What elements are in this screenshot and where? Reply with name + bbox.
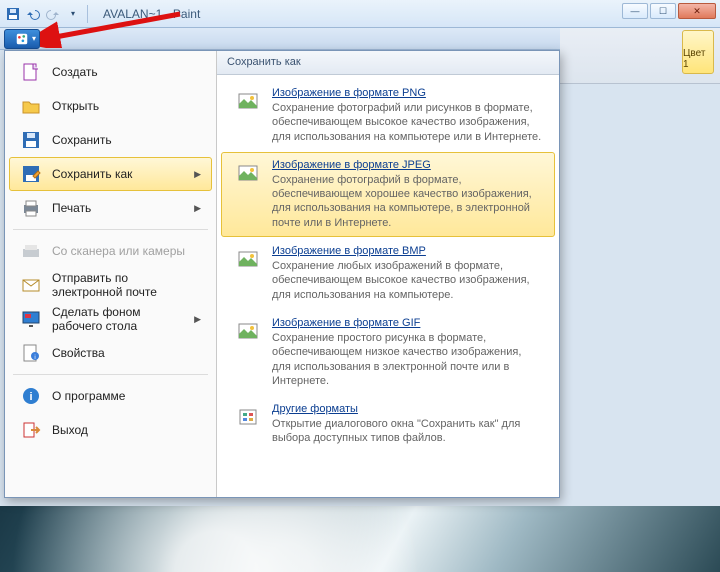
qat-customize[interactable]: ▾ [64,5,82,23]
saveas-options-list: Изображение в формате PNG Сохранение фото… [217,75,559,497]
save-icon [6,7,20,21]
menu-item-print[interactable]: Печать ▶ [9,191,212,225]
option-description: Открытие диалогового окна "Сохранить как… [272,417,542,446]
quick-access-toolbar: ▾ [4,5,91,23]
app-menu-left-column: СоздатьОткрытьСохранитьСохранить как▶Печ… [5,51,217,497]
submenu-arrow-icon: ▶ [194,169,201,180]
color1-chip[interactable]: Цвет 1 [682,30,714,74]
image-format-icon [234,317,262,345]
saveas-option-jpeg[interactable]: Изображение в формате JPEG Сохранение фот… [221,152,555,237]
maximize-button[interactable]: ☐ [650,3,676,19]
menu-item-label: О программе [52,389,125,403]
paint-app-icon [15,32,29,46]
menu-item-save[interactable]: Сохранить [9,123,212,157]
svg-text:i: i [34,355,35,361]
window-title: AVALAN~1 - Paint [103,7,200,21]
minimize-button[interactable]: — [622,3,648,19]
menu-item-label: Открыть [52,99,99,113]
chevron-down-icon: ▾ [32,34,36,43]
new-file-icon [20,61,42,83]
menu-separator [13,229,208,230]
option-description: Сохранение простого рисунка в формате, о… [272,331,542,388]
image-format-icon [234,159,262,187]
menu-item-label: Сохранить как [52,167,132,181]
redo-icon [46,7,60,21]
email-icon [20,274,42,296]
other-format-icon [234,403,262,431]
menu-item-props[interactable]: i Свойства [9,336,212,370]
menu-item-scanner: Со сканера или камеры [9,234,212,268]
menu-item-label: Сделать фоном рабочего стола [52,305,184,333]
save-as-icon [20,163,42,185]
printer-icon [20,197,42,219]
option-text: Изображение в формате JPEG Сохранение фот… [272,159,542,230]
menu-item-label: Свойства [52,346,105,360]
open-folder-icon [20,95,42,117]
saveas-option-bmp[interactable]: Изображение в формате BMP Сохранение любы… [221,238,555,309]
saveas-submenu-header: Сохранить как [217,51,559,75]
option-title: Изображение в формате BMP [272,245,542,257]
save-disk-icon [20,129,42,151]
qat-separator [87,5,88,23]
menu-separator [13,374,208,375]
qat-redo[interactable] [44,5,62,23]
scanner-icon [20,240,42,262]
image-format-icon [234,87,262,115]
submenu-arrow-icon: ▶ [194,314,201,325]
desktop-icon [20,308,42,330]
option-title: Изображение в формате GIF [272,317,542,329]
application-menu-button[interactable]: ▾ [4,29,40,49]
app-menu-right-column: Сохранить как Изображение в формате PNG С… [217,51,559,497]
menu-item-exit[interactable]: Выход [9,413,212,447]
menu-item-label: Отправить по электронной почте [52,271,201,299]
menu-item-wallpaper[interactable]: Сделать фоном рабочего стола ▶ [9,302,212,336]
option-title: Изображение в формате PNG [272,87,542,99]
menu-item-label: Создать [52,65,98,79]
menu-item-label: Печать [52,201,91,215]
menu-item-label: Со сканера или камеры [52,244,185,258]
qat-undo[interactable] [24,5,42,23]
menu-item-create[interactable]: Создать [9,55,212,89]
option-text: Изображение в формате GIF Сохранение прос… [272,317,542,388]
option-title: Изображение в формате JPEG [272,159,542,171]
menu-item-email[interactable]: Отправить по электронной почте [9,268,212,302]
info-icon: i [20,385,42,407]
image-format-icon [234,245,262,273]
submenu-arrow-icon: ▶ [194,203,201,214]
menu-item-open[interactable]: Открыть [9,89,212,123]
title-bar: ▾ AVALAN~1 - Paint — ☐ ✕ [0,0,720,28]
option-text: Изображение в формате BMP Сохранение любы… [272,245,542,302]
menu-item-label: Выход [52,423,88,437]
properties-icon: i [20,342,42,364]
svg-text:i: i [29,391,32,403]
option-title: Другие форматы [272,403,542,415]
application-menu-dropdown: СоздатьОткрытьСохранитьСохранить как▶Печ… [4,50,560,498]
close-button[interactable]: ✕ [678,3,716,19]
menu-item-saveas[interactable]: Сохранить как ▶ [9,157,212,191]
option-description: Сохранение фотографий в формате, обеспеч… [272,173,542,230]
chevron-down-icon: ▾ [71,9,75,18]
menu-item-label: Сохранить [52,133,112,147]
window-controls: — ☐ ✕ [622,3,716,19]
exit-icon [20,419,42,441]
option-text: Другие форматы Открытие диалогового окна … [272,403,542,446]
option-text: Изображение в формате PNG Сохранение фото… [272,87,542,144]
saveas-option-other[interactable]: Другие форматы Открытие диалогового окна … [221,396,555,453]
option-description: Сохранение любых изображений в формате, … [272,259,542,302]
option-description: Сохранение фотографий или рисунков в фор… [272,101,542,144]
desktop-wallpaper-preview [0,506,720,572]
saveas-option-png[interactable]: Изображение в формате PNG Сохранение фото… [221,80,555,151]
menu-item-about[interactable]: i О программе [9,379,212,413]
saveas-option-gif[interactable]: Изображение в формате GIF Сохранение прос… [221,310,555,395]
undo-icon [26,7,40,21]
qat-save[interactable] [4,5,22,23]
color1-label: Цвет 1 [683,48,713,70]
